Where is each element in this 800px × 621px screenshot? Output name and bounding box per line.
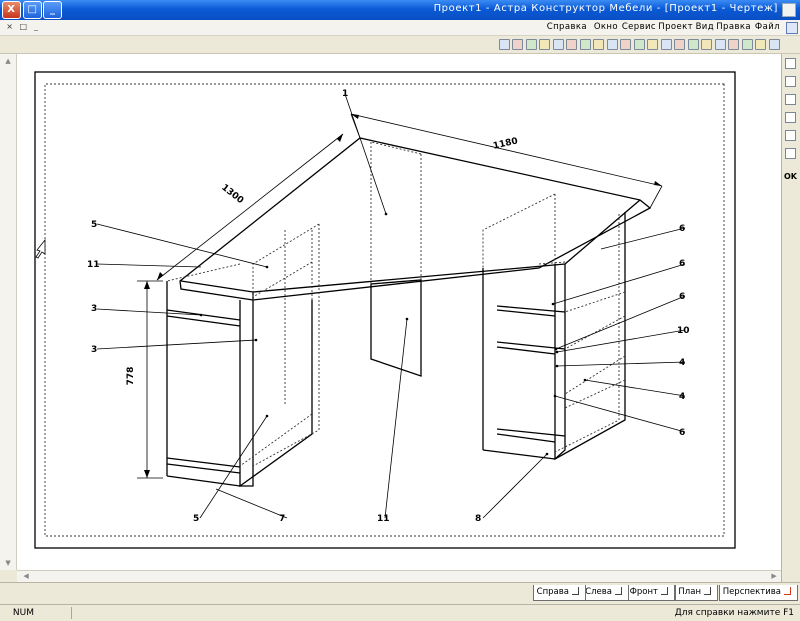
- zoom-fit-icon[interactable]: [620, 39, 632, 50]
- menu-project[interactable]: Проект: [658, 22, 693, 32]
- menu-bar: Файл Правка Вид Проект Сервис Окно Справ…: [0, 20, 800, 36]
- furniture-drawing: 1180 1300 778 1 6 6 6 10 4 4 6 5 11 3 3 …: [17, 54, 781, 570]
- new-file-icon[interactable]: [769, 39, 780, 50]
- status-separator: [71, 607, 72, 619]
- toolbar: [0, 36, 800, 54]
- front-icon: [661, 587, 668, 595]
- label-left-7: 6: [679, 428, 685, 438]
- app-icon: [782, 3, 796, 17]
- tool-check-icon[interactable]: [785, 148, 796, 159]
- tab-plan[interactable]: План: [674, 585, 718, 601]
- drawer-icon[interactable]: [512, 39, 524, 50]
- tool-align-icon[interactable]: [785, 112, 796, 123]
- label-left-1: 6: [679, 224, 685, 234]
- window-title: Проект1 - Астра Конструктор Мебели - [Пр…: [433, 3, 778, 14]
- zoom-out-icon[interactable]: [634, 39, 645, 50]
- door-icon[interactable]: [526, 39, 537, 50]
- print-icon[interactable]: [728, 39, 740, 50]
- horizontal-scrollbar[interactable]: ◀ ▶: [17, 570, 781, 582]
- tool-measure-icon[interactable]: [785, 130, 796, 141]
- menu-window[interactable]: Окно: [594, 22, 618, 32]
- menu-view[interactable]: Вид: [696, 22, 714, 32]
- pan-icon[interactable]: [607, 39, 618, 50]
- label-top: 1: [342, 89, 348, 99]
- label-right-4: 3: [91, 345, 97, 355]
- plan-icon: [704, 587, 711, 595]
- undo-icon[interactable]: [674, 39, 686, 50]
- view-tabs: Перспектива План Фронт Слева Справа: [0, 582, 800, 604]
- status-help-text: Для справки нажмите F1: [674, 608, 794, 618]
- mdi-restore-button[interactable]: □: [18, 22, 29, 33]
- panel-icon[interactable]: [539, 39, 551, 50]
- rotate-icon[interactable]: [593, 39, 605, 50]
- label-bottom-2: 11: [377, 514, 390, 524]
- right-view-icon: [572, 587, 579, 595]
- document-icon: [786, 22, 798, 34]
- vertical-scrollbar[interactable]: ▲ ▼: [0, 54, 17, 570]
- zoom-in-icon[interactable]: [647, 39, 659, 50]
- mdi-close-button[interactable]: ×: [4, 22, 15, 33]
- drawing-canvas[interactable]: 1180 1300 778 1 6 6 6 10 4 4 6 5 11 3 3 …: [17, 54, 781, 570]
- tool-rotate-icon[interactable]: [785, 76, 796, 87]
- tool-move-icon[interactable]: [785, 94, 796, 105]
- label-left-4: 10: [677, 326, 690, 336]
- menu-edit[interactable]: Правка: [716, 22, 751, 32]
- close-button[interactable]: X: [2, 1, 21, 19]
- menu-file[interactable]: Файл: [755, 22, 780, 32]
- menu-service[interactable]: Сервис: [622, 22, 656, 32]
- scroll-up-icon[interactable]: ▲: [3, 56, 13, 66]
- label-right-3: 3: [91, 304, 97, 314]
- label-left-3: 6: [679, 292, 685, 302]
- scroll-right-icon[interactable]: ▶: [21, 571, 31, 581]
- title-bar: Проект1 - Астра Конструктор Мебели - [Пр…: [0, 0, 800, 20]
- dim-height: 778: [126, 367, 136, 386]
- label-bottom-4: 5: [193, 514, 199, 524]
- perspective-icon: [784, 587, 791, 595]
- cut-icon[interactable]: [715, 39, 726, 50]
- side-toolbar: OK: [781, 54, 800, 607]
- minimize-button[interactable]: _: [43, 1, 62, 19]
- label-bottom-3: 7: [279, 514, 285, 524]
- status-num: NUM: [12, 608, 34, 618]
- paste-icon[interactable]: [688, 39, 699, 50]
- select-icon[interactable]: [580, 39, 591, 50]
- cabinet-icon[interactable]: [566, 39, 578, 50]
- left-view-icon: [615, 587, 622, 595]
- settings-icon[interactable]: [499, 39, 510, 50]
- ok-button[interactable]: OK: [784, 172, 797, 181]
- status-bar: Для справки нажмите F1 NUM: [0, 604, 800, 621]
- open-icon[interactable]: [755, 39, 767, 50]
- tab-right[interactable]: Справа: [532, 585, 586, 601]
- copy-icon[interactable]: [701, 39, 713, 50]
- tab-front[interactable]: Фронт: [625, 585, 675, 601]
- label-left-2: 6: [679, 259, 685, 269]
- scroll-left-icon[interactable]: ◀: [769, 571, 779, 581]
- label-bottom-1: 8: [475, 514, 481, 524]
- save-icon[interactable]: [742, 39, 753, 50]
- label-left-6: 4: [679, 392, 685, 402]
- tab-perspective[interactable]: Перспектива: [718, 585, 798, 601]
- label-right-1: 5: [91, 220, 97, 230]
- shelf-icon[interactable]: [553, 39, 564, 50]
- tool-arrow-icon[interactable]: [785, 58, 796, 69]
- tab-left[interactable]: Слева: [581, 585, 629, 601]
- menu-help[interactable]: Справка: [547, 22, 587, 32]
- maximize-button[interactable]: □: [23, 1, 42, 19]
- redo-icon[interactable]: [661, 39, 672, 50]
- scroll-down-icon[interactable]: ▼: [3, 558, 13, 568]
- label-right-2: 11: [87, 260, 100, 270]
- label-left-5: 4: [679, 358, 685, 368]
- mdi-minimize-button[interactable]: _: [31, 22, 42, 33]
